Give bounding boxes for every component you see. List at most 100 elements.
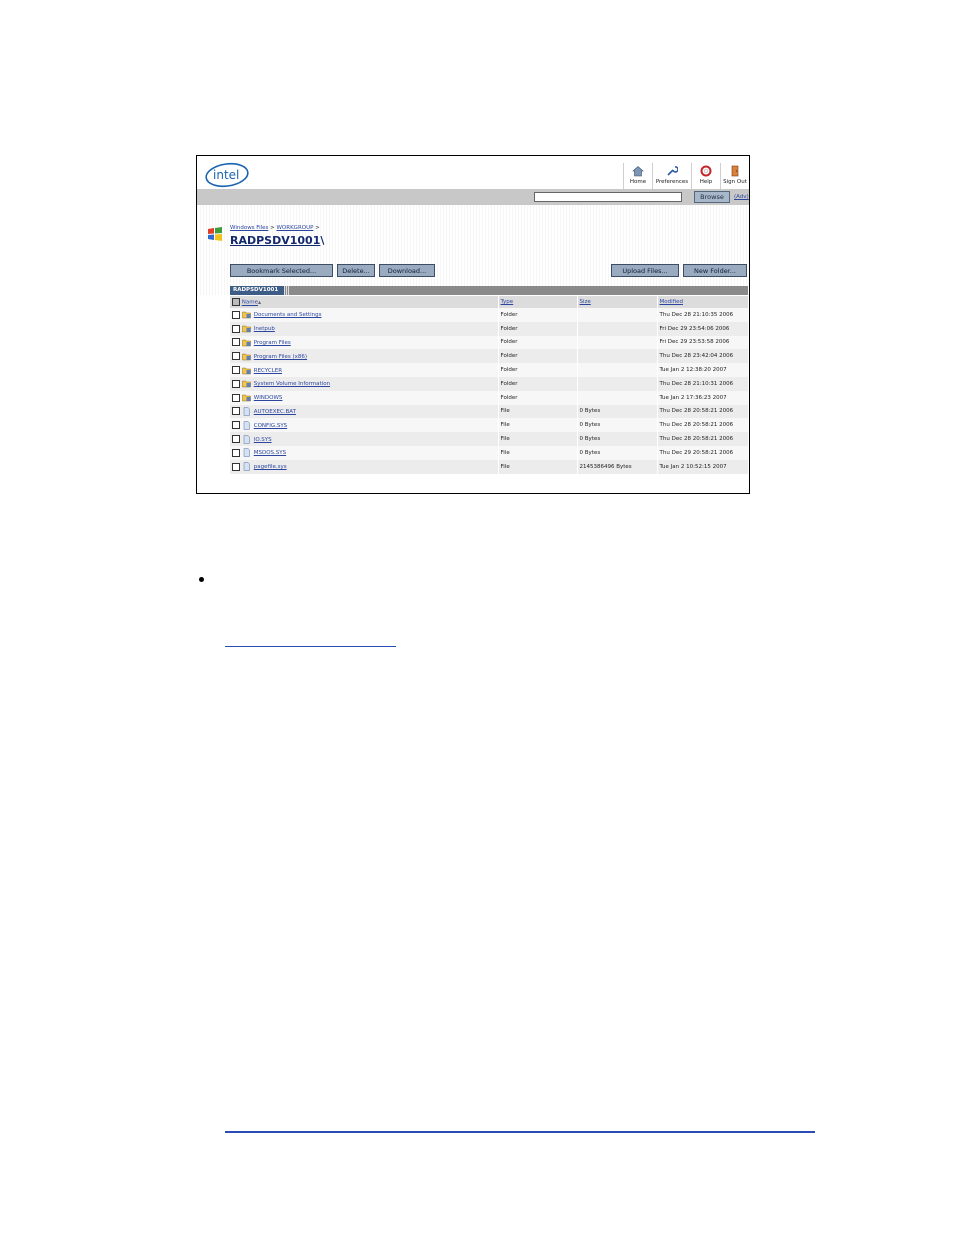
item-link[interactable]: Documents and Settings: [254, 312, 322, 318]
row-checkbox[interactable]: [232, 366, 240, 375]
header-modified: Modified: [657, 296, 749, 308]
row-checkbox[interactable]: [232, 407, 240, 416]
folder-icon: [242, 393, 251, 402]
size-cell: [577, 376, 658, 391]
item-link[interactable]: RECYCLER: [254, 368, 282, 374]
folder-icon: [242, 324, 251, 333]
size-cell: 2145386496 Bytes: [577, 459, 658, 474]
new-folder-button[interactable]: New Folder...: [683, 264, 747, 277]
type-cell: Folder: [498, 308, 578, 322]
advanced-search-link[interactable]: (Adv): [734, 194, 749, 200]
breadcrumb-windows-files[interactable]: Windows Files: [230, 225, 268, 231]
type-cell: Folder: [498, 349, 578, 364]
item-link[interactable]: System Volume Information: [254, 381, 330, 387]
sign-out-button[interactable]: Sign Out: [720, 163, 749, 189]
table-row[interactable]: Program Files Folder Fri Dec 29 23:53:58 2…: [230, 335, 749, 350]
search-input[interactable]: [534, 192, 682, 202]
file-icon: [242, 434, 251, 444]
bullet-point: [199, 577, 204, 582]
delete-button[interactable]: Delete...: [337, 264, 375, 277]
breadcrumb-separator: >: [313, 225, 320, 231]
size-cell: [577, 390, 658, 405]
item-link[interactable]: MSDOS.SYS: [254, 450, 286, 456]
row-checkbox[interactable]: [232, 462, 240, 471]
table-row[interactable]: Program Files (x86) Folder Thu Dec 28 23:4…: [230, 349, 749, 364]
item-link[interactable]: Program Files (x86): [254, 354, 307, 360]
row-checkbox[interactable]: [232, 448, 240, 457]
name-cell: CONFIG.SYS: [230, 418, 499, 433]
row-checkbox[interactable]: [232, 352, 240, 361]
size-cell: [577, 308, 658, 322]
table-row[interactable]: WINDOWS Folder Tue Jan 2 17:36:23 2007: [230, 390, 749, 405]
row-checkbox[interactable]: [232, 421, 240, 430]
item-link[interactable]: IO.SYS: [254, 437, 272, 443]
table-row[interactable]: CONFIG.SYS File 0 Bytes Thu Dec 28 20:58:21…: [230, 418, 749, 433]
table-row[interactable]: System Volume Information Folder Thu Dec 2…: [230, 376, 749, 391]
header-type: Type: [498, 296, 578, 308]
row-checkbox[interactable]: [232, 324, 240, 333]
type-cell: Folder: [498, 363, 578, 377]
name-cell: MSDOS.SYS: [230, 445, 499, 460]
breadcrumb-workgroup[interactable]: WORKGROUP: [276, 225, 313, 231]
name-cell: Documents and Settings: [230, 308, 499, 322]
type-cell: File: [498, 432, 578, 446]
door-icon: [731, 165, 739, 177]
logo-text: intel: [213, 168, 240, 182]
sign-out-label: Sign Out: [723, 179, 747, 185]
page-title: RADPSDV1001\: [230, 234, 324, 247]
table-row[interactable]: pagefile.sys File 2145386496 Bytes Tue Jan …: [230, 459, 749, 474]
folder-icon: [242, 352, 251, 361]
item-link[interactable]: AUTOEXEC.BAT: [254, 409, 296, 415]
tab-radpsdv1001[interactable]: RADPSDV1001: [230, 286, 284, 295]
modified-cell: Tue Jan 2 10:52:15 2007: [657, 459, 749, 474]
preferences-button[interactable]: Preferences: [652, 163, 691, 189]
modified-cell: Thu Dec 28 21:10:31 2006: [657, 376, 749, 391]
folder-icon: [242, 366, 251, 375]
row-checkbox[interactable]: [232, 379, 240, 388]
select-all-checkbox[interactable]: [232, 298, 240, 306]
table-row[interactable]: MSDOS.SYS File 0 Bytes Thu Dec 29 20:58:21 …: [230, 445, 749, 460]
row-checkbox[interactable]: [232, 310, 240, 319]
row-checkbox[interactable]: [232, 435, 240, 444]
name-cell: System Volume Information: [230, 376, 499, 391]
folder-icon: [242, 338, 251, 347]
name-cell: Program Files: [230, 335, 499, 350]
row-checkbox[interactable]: [232, 338, 240, 347]
upload-files-button[interactable]: Upload Files...: [611, 264, 679, 277]
item-link[interactable]: WINDOWS: [254, 395, 283, 401]
file-icon: [242, 407, 251, 416]
sort-size-link[interactable]: Size: [580, 299, 591, 305]
table-row[interactable]: RECYCLER Folder Tue Jan 2 12:38:20 2007: [230, 363, 749, 377]
sort-modified-link[interactable]: Modified: [660, 299, 683, 305]
home-button[interactable]: Home: [623, 163, 652, 189]
size-cell: 0 Bytes: [577, 418, 658, 433]
sort-name-link[interactable]: Name: [242, 300, 258, 306]
table-row[interactable]: Documents and Settings Folder Thu Dec 28 2…: [230, 308, 749, 322]
home-label: Home: [629, 179, 647, 185]
item-link[interactable]: Inetpub: [254, 326, 275, 332]
modified-cell: Thu Dec 29 20:58:21 2006: [657, 445, 749, 460]
bookmark-selected-button[interactable]: Bookmark Selected...: [230, 264, 333, 277]
server-name[interactable]: RADPSDV1001: [230, 234, 320, 247]
table-row[interactable]: IO.SYS File 0 Bytes Thu Dec 28 20:58:21 200…: [230, 432, 749, 446]
item-link[interactable]: pagefile.sys: [254, 464, 287, 470]
path-suffix: \: [320, 234, 325, 247]
item-link[interactable]: CONFIG.SYS: [254, 423, 287, 429]
sort-type-link[interactable]: Type: [501, 299, 514, 305]
type-cell: Folder: [498, 321, 578, 336]
table-row[interactable]: Inetpub Folder Fri Dec 29 23:54:06 2006: [230, 321, 749, 336]
lifebuoy-icon: [700, 165, 712, 177]
help-button[interactable]: Help: [691, 163, 720, 189]
type-cell: File: [498, 418, 578, 433]
file-icon: [242, 421, 251, 430]
item-link[interactable]: Program Files: [254, 340, 291, 346]
row-checkbox[interactable]: [232, 393, 240, 402]
file-icon: [242, 462, 251, 471]
browse-button[interactable]: Browse: [694, 191, 730, 203]
size-cell: [577, 321, 658, 336]
table-row[interactable]: AUTOEXEC.BAT File 0 Bytes Thu Dec 28 20:58:…: [230, 404, 749, 419]
modified-cell: Thu Dec 28 20:58:21 2006: [657, 432, 749, 446]
name-cell: WINDOWS: [230, 390, 499, 405]
download-button[interactable]: Download...: [379, 264, 435, 277]
modified-cell: Fri Dec 29 23:53:58 2006: [657, 335, 749, 350]
